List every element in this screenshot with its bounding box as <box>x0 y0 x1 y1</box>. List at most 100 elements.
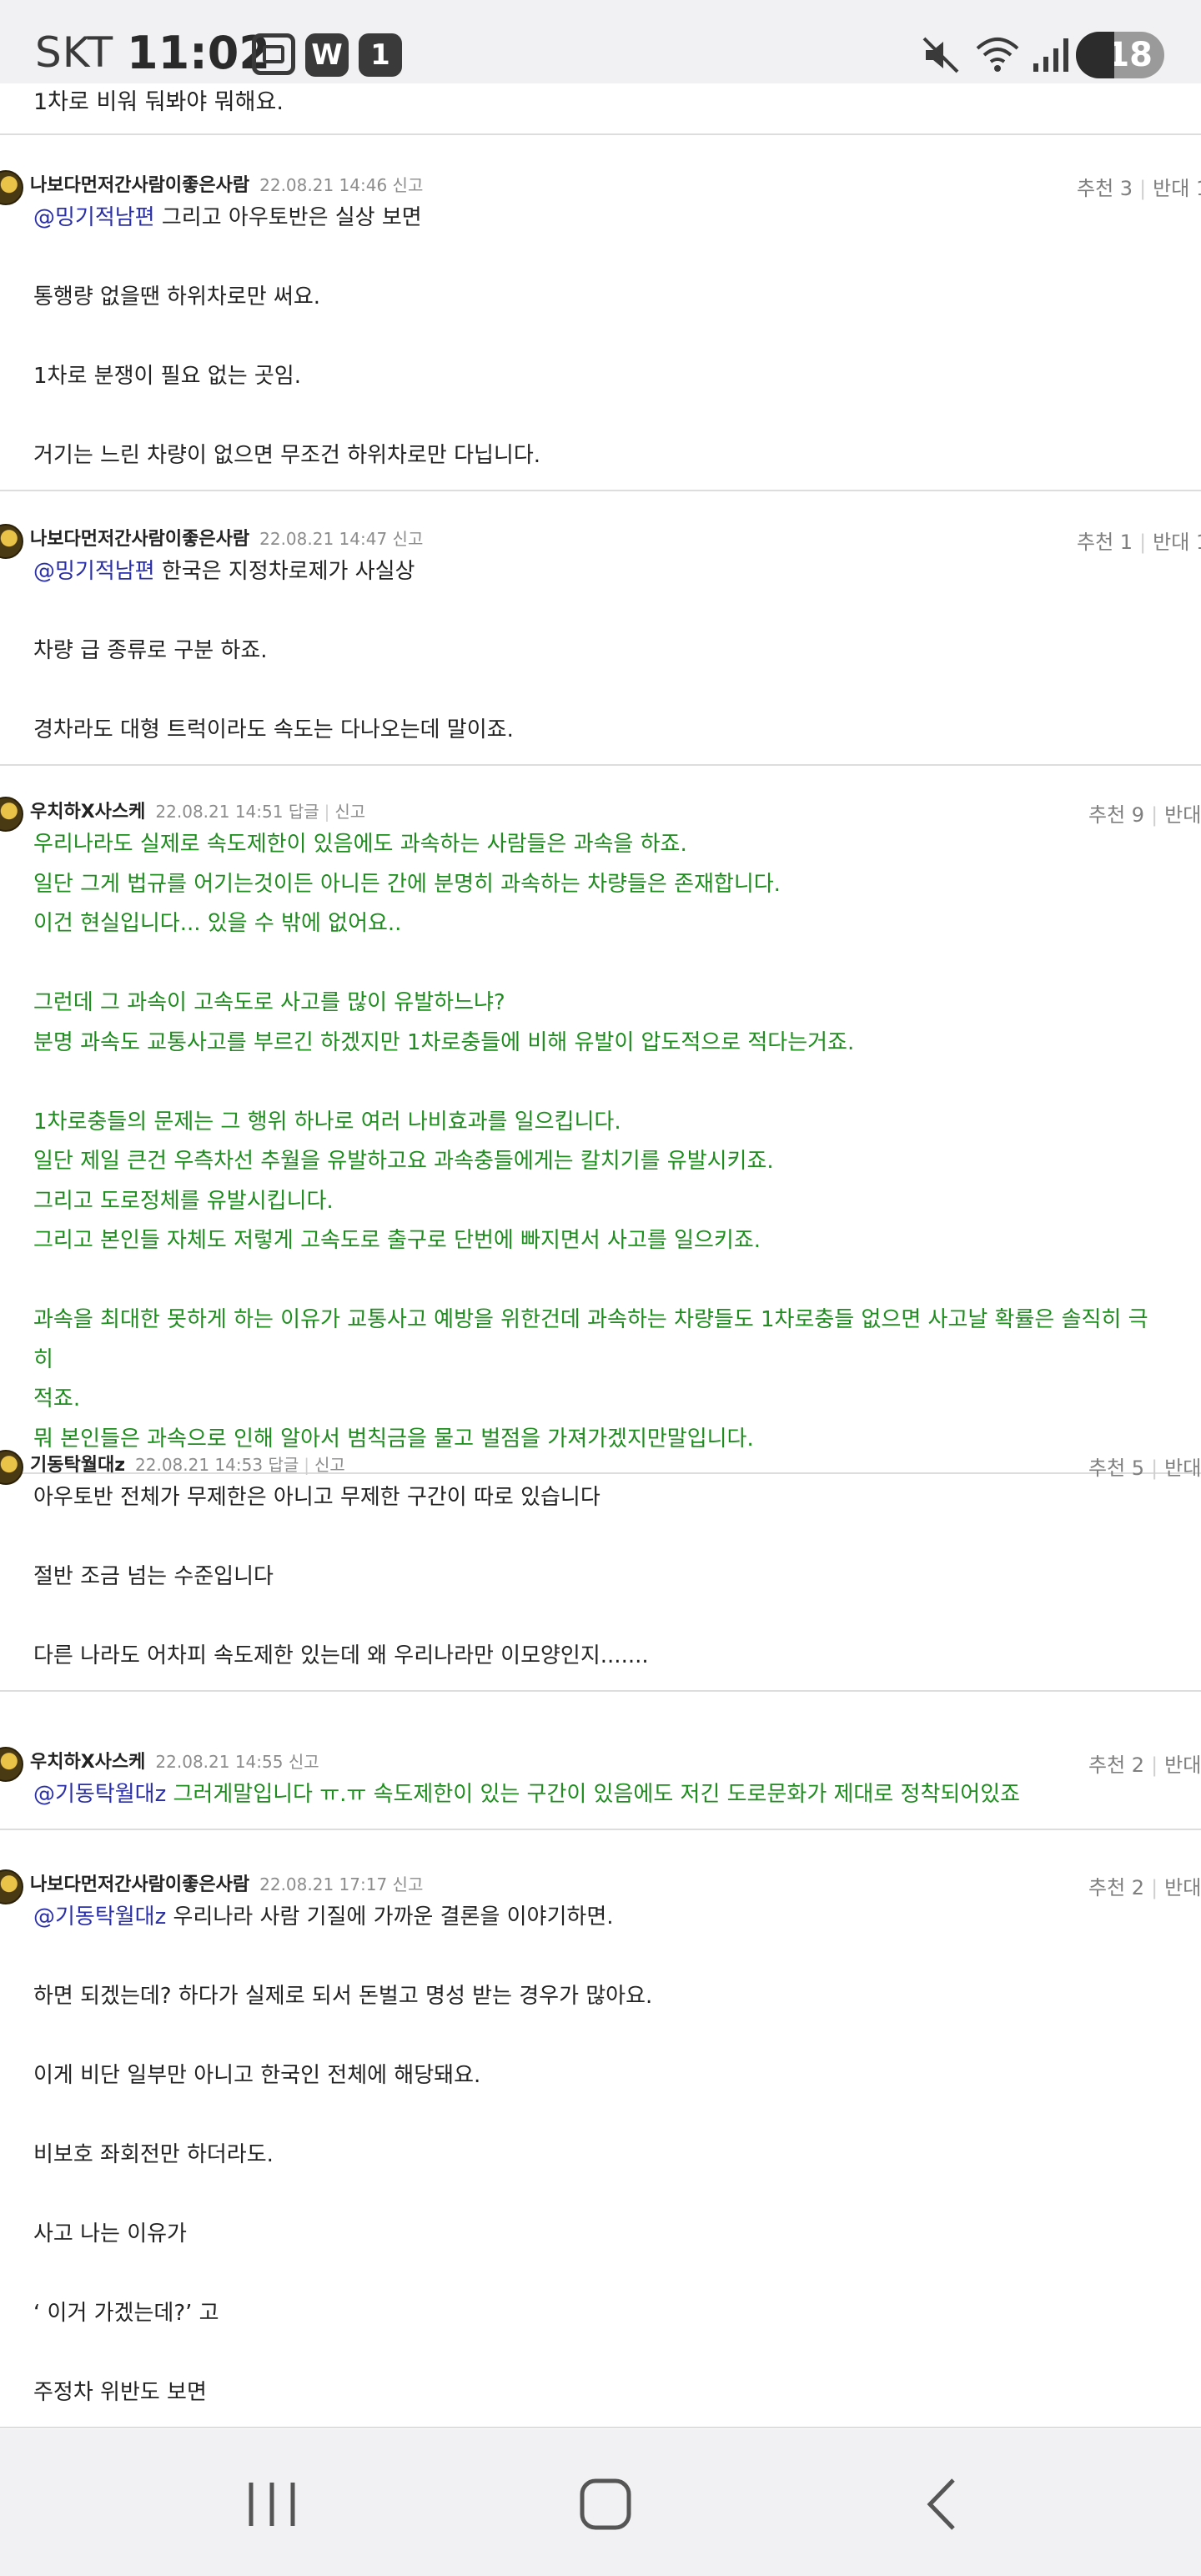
separator: | <box>1151 1876 1158 1899</box>
comment-line: 비보호 좌회전만 하더라도. <box>33 2136 1168 2176</box>
comment-line: 경차라도 대형 트럭이라도 속도는 다나오는데 말이죠. <box>33 711 1168 751</box>
comment-line: 차량 급 종류로 구분 하죠. <box>33 631 1168 672</box>
mention-link[interactable]: @밍기적남편 <box>33 559 155 584</box>
upvote-button[interactable]: 추천 9 <box>1088 803 1144 827</box>
comment-line <box>33 397 1168 437</box>
comment-line <box>33 1063 1168 1103</box>
comment-line <box>33 239 1168 279</box>
report-link[interactable]: 신고 <box>393 175 424 195</box>
downvote-button[interactable]: 반대 1 <box>1153 177 1201 200</box>
carrier-label: SKT <box>35 28 114 77</box>
comment-meta: 22.08.21 14:46 신고 <box>259 175 423 195</box>
comment-list[interactable]: 1차로 비워 둬봐야 뭐해요. 나보다먼저간사람이좋은사람 22.08.21 14… <box>0 83 1201 2429</box>
comment-line: 1차로 분쟁이 필요 없는 곳임. <box>33 357 1168 397</box>
comment-line: 사고 나는 이유가 <box>33 2215 1168 2255</box>
battery-saver-icon <box>1076 32 1114 78</box>
comment-text: 과속을 최대한 못하게 하는 이유가 교통사고 예방을 위한건데 과속하는 차량… <box>33 1307 1148 1372</box>
comment-author[interactable]: 나보다먼저간사람이좋은사람 22.08.21 14:47 신고 <box>30 524 423 551</box>
comment-text: 그러게말입니다 ㅠ.ㅠ 속도제한이 있는 구간이 있음에도 저긴 도로문화가 제… <box>166 1782 1021 1807</box>
comment-line <box>33 2176 1168 2216</box>
report-link[interactable]: 신고 <box>393 1874 424 1894</box>
comment-line <box>33 1261 1168 1301</box>
reply-link[interactable]: 답글 <box>268 1455 299 1475</box>
upvote-button[interactable]: 추천 3 <box>1077 177 1133 200</box>
comment-meta: 22.08.21 14:47 신고 <box>259 529 423 549</box>
comment-item: 우치하X사스케 22.08.21 14:55 신고 추천 2 | 반대 @기동탁월대z 그… <box>0 1728 1201 1830</box>
clock: 11:02 <box>127 27 270 79</box>
report-link[interactable]: 신고 <box>393 529 424 549</box>
comment-line: 그리고 본인들 자체도 저렇게 고속도로 출구로 단번에 빠지면서 사고를 일으… <box>33 1221 1168 1261</box>
comment-line: 그런데 그 과속이 고속도로 사고를 많이 유발하느냐? <box>33 984 1168 1024</box>
upvote-button[interactable]: 추천 1 <box>1077 531 1133 554</box>
reply-link[interactable]: 답글 <box>289 802 319 822</box>
battery-indicator: 18 <box>1076 32 1164 78</box>
comment-line <box>33 1938 1168 1978</box>
comment-line: 주정차 위반도 보면 <box>33 2373 1168 2413</box>
vote-area: 추천 1 | 반대 1 <box>1077 526 1201 555</box>
wifi-icon <box>972 33 1023 77</box>
upvote-button[interactable]: 추천 5 <box>1088 1457 1144 1480</box>
comment-text: 이게 비단 일부만 아니고 한국인 전체에 해당돼요. <box>33 2063 481 2088</box>
comment-line: 그리고 도로정체를 유발시킵니다. <box>33 1182 1168 1222</box>
home-button[interactable] <box>564 2463 647 2546</box>
comment-text: 이건 현실입니다... 있을 수 밖에 없어요.. <box>33 911 402 936</box>
comment-text: 우리나라 사람 기질에 가까운 결론을 이야기하면. <box>166 1904 614 1929</box>
comment-text: 비보호 좌회전만 하더라도. <box>33 2142 274 2167</box>
comment-line <box>33 2017 1168 2057</box>
recents-button[interactable] <box>230 2463 314 2546</box>
one-app-notification-icon: 1 <box>359 33 402 77</box>
comment-header: 나보다먼저간사람이좋은사람22.08.21 14:47 신고 추천 1 | 반대 1 <box>0 506 1201 559</box>
mention-link[interactable]: @밍기적남편 <box>33 205 155 230</box>
comment-author[interactable]: 나보다먼저간사람이좋은사람 22.08.21 14:46 신고 <box>30 170 423 197</box>
comment-line <box>33 2334 1168 2374</box>
comment-author[interactable]: 우치하X사스케 22.08.21 14:51 답글 | 신고 <box>30 797 365 823</box>
upvote-button[interactable]: 추천 2 <box>1088 1753 1144 1777</box>
report-link[interactable]: 신고 <box>314 1455 345 1475</box>
comment-author[interactable]: 나보다먼저간사람이좋은사람 22.08.21 17:17 신고 <box>30 1869 423 1896</box>
comment-line: 적죠. <box>33 1380 1168 1420</box>
comment-date: 22.08.21 14:55 <box>155 1752 284 1772</box>
comment-text: 그런데 그 과속이 고속도로 사고를 많이 유발하느냐? <box>33 990 505 1015</box>
separator: | <box>1151 1457 1158 1480</box>
back-button[interactable] <box>901 2463 984 2546</box>
comment-body: 아우토반 전체가 무제한은 아니고 무제한 구간이 따로 있습니다 절반 조금 넘… <box>0 1478 1201 1690</box>
comment-author[interactable]: 기동탁월대z 22.08.21 14:53 답글 | 신고 <box>30 1450 345 1477</box>
comment-header: 나보다먼저간사람이좋은사람 22.08.21 17:17 신고 추천 2 | 반대 <box>0 1851 1201 1904</box>
mention-link[interactable]: @기동탁월대z <box>33 1904 166 1929</box>
comment-line: @밍기적남편 한국은 지정차로제가 사실상 <box>33 552 1168 592</box>
comment-text: 아우토반 전체가 무제한은 아니고 무제한 구간이 따로 있습니다 <box>33 1485 600 1510</box>
downvote-button[interactable]: 반대 <box>1164 1457 1201 1480</box>
comment-line: ‘ 이거 가겠는데?’ 고 <box>33 2294 1168 2334</box>
separator: | <box>304 1455 309 1475</box>
report-link[interactable]: 신고 <box>334 802 365 822</box>
comment-item: 나보다먼저간사람이좋은사람22.08.21 14:47 신고추천 1|반대 1@… <box>0 506 1201 766</box>
downvote-button[interactable]: 반대 <box>1164 803 1201 827</box>
comment-text: 통행량 없을땐 하위차로만 써요. <box>33 284 321 309</box>
report-link[interactable]: 신고 <box>289 1752 319 1772</box>
comment-line: 이게 비단 일부만 아니고 한국인 전체에 해당돼요. <box>33 2056 1168 2096</box>
comment-line: @기동탁월대z 그러게말입니다 ㅠ.ㅠ 속도제한이 있는 구간이 있음에도 저긴… <box>33 1775 1168 1815</box>
home-icon <box>580 2478 631 2530</box>
mention-link[interactable]: @기동탁월대z <box>33 1782 166 1807</box>
comment-text: 우리나라도 실제로 속도제한이 있음에도 과속하는 사람들은 과속을 하죠. <box>33 832 687 857</box>
comment-text: 1차로 분쟁이 필요 없는 곳임. <box>33 364 301 389</box>
downvote-button[interactable]: 반대 <box>1164 1753 1201 1777</box>
comment-item: 나보다먼저간사람이좋은사람 22.08.21 17:17 신고 추천 2 | 반대 @기동… <box>0 1851 1201 2428</box>
signal-icon <box>1028 33 1073 77</box>
comment-line: @기동탁월대z 우리나라 사람 기질에 가까운 결론을 이야기하면. <box>33 1898 1168 1938</box>
comment-text: 일단 그게 법규를 어기는것이든 아니든 간에 분명히 과속하는 차량들은 존재… <box>33 871 781 897</box>
comment-item: 기동탁월대z 22.08.21 14:53 답글 | 신고 추천 5 | 반대 아우토반 전체… <box>0 1431 1201 1692</box>
comment-text: 분명 과속도 교통사고를 부르긴 하겠지만 1차로충들에 비해 유발이 압도적으… <box>33 1029 855 1055</box>
status-bar: SKT 11:02 W 1 18 <box>0 0 1201 83</box>
comment-line <box>33 318 1168 358</box>
comment-line <box>33 944 1168 984</box>
screenshot-notification-icon <box>252 33 295 75</box>
comment-header: 우치하X사스케 22.08.21 14:55 신고 추천 2 | 반대 <box>0 1728 1201 1782</box>
w-badge: W <box>305 33 349 77</box>
comment-line <box>33 592 1168 632</box>
downvote-button[interactable]: 반대 <box>1164 1876 1201 1899</box>
upvote-button[interactable]: 추천 2 <box>1088 1876 1144 1899</box>
comment-text: 주정차 위반도 보면 <box>33 2380 207 2405</box>
downvote-button[interactable]: 반대 1 <box>1153 531 1201 554</box>
comment-author[interactable]: 우치하X사스케 22.08.21 14:55 신고 <box>30 1747 319 1774</box>
